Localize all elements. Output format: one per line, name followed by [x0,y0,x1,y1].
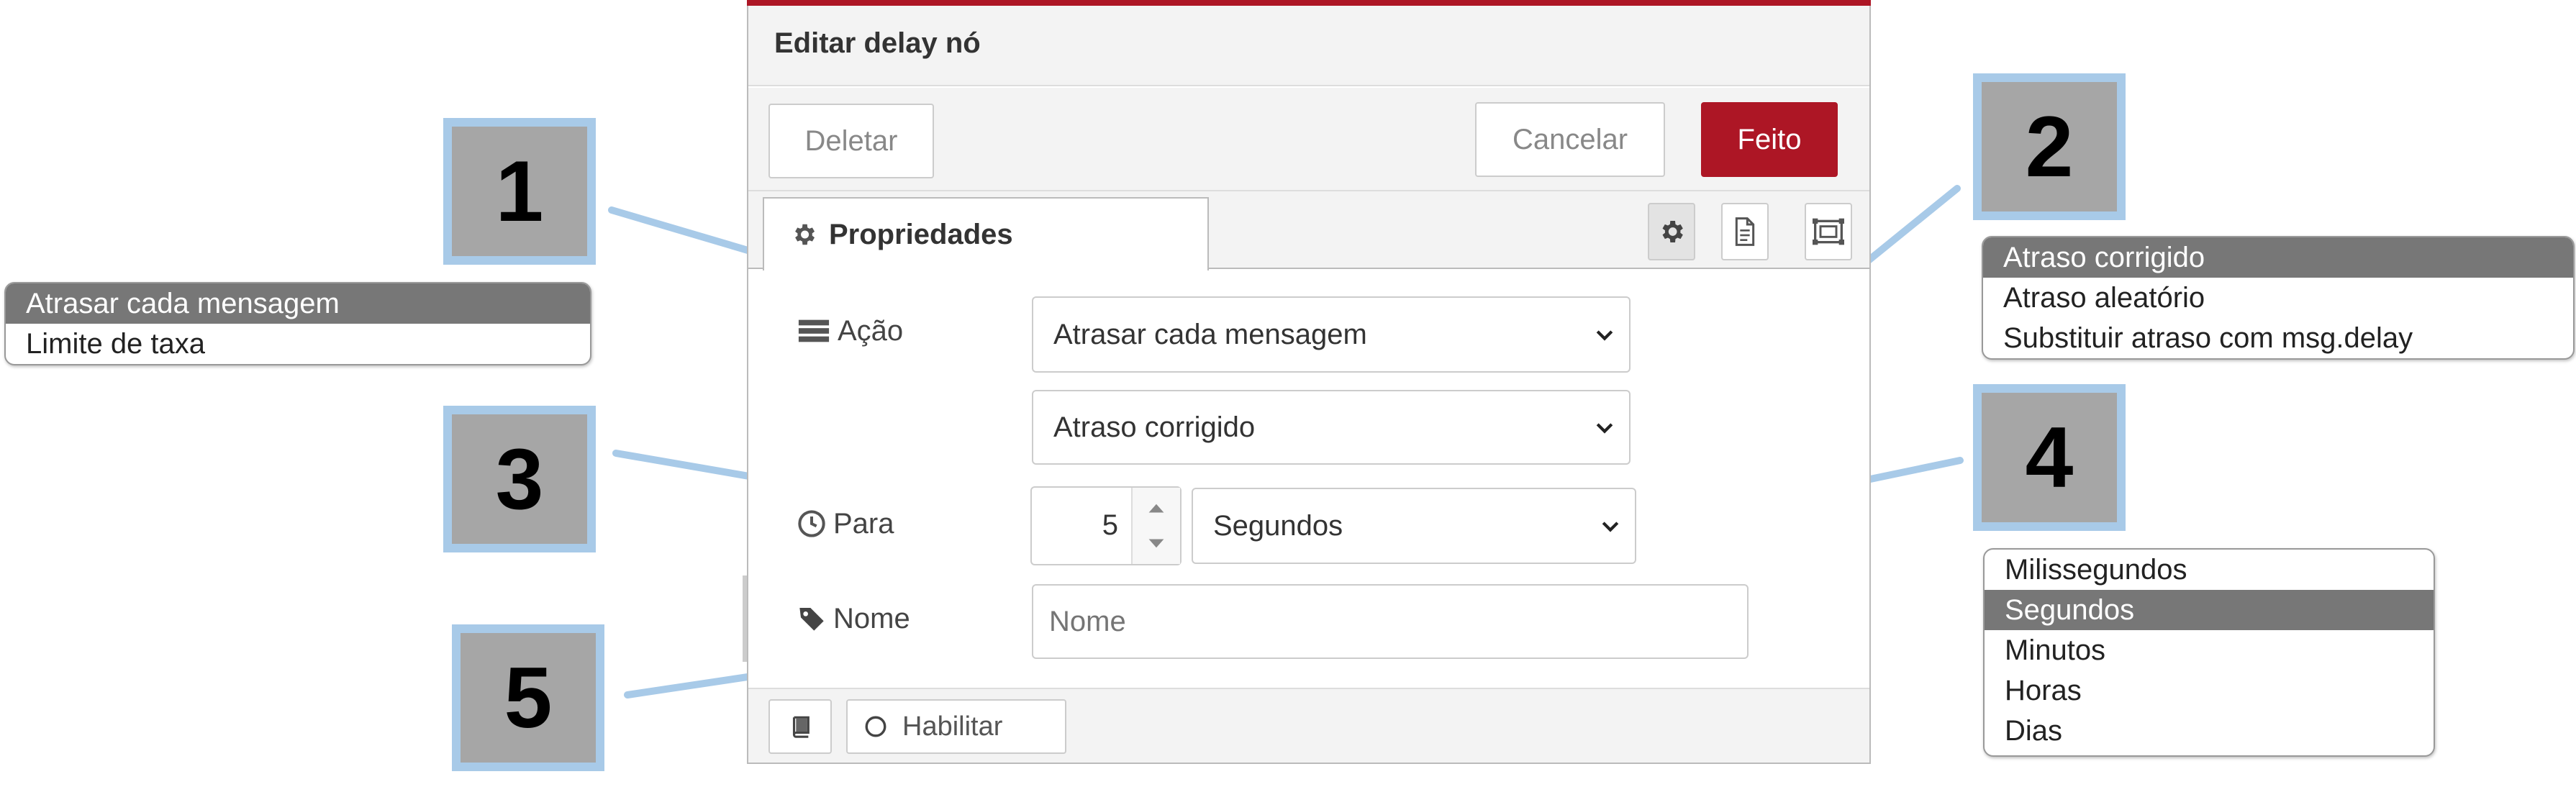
delay-type-option-selected[interactable]: Atraso corrigido [1983,237,2573,278]
book-icon [792,716,809,738]
unit-option[interactable]: Dias [1985,711,2434,751]
delete-button[interactable]: Deletar [768,104,934,178]
dialog-title: Editar delay nó [774,27,981,59]
circle-icon [865,716,886,737]
tab-description[interactable] [1721,203,1769,260]
callout-2: 2 [1973,73,2126,220]
delay-type-option[interactable]: Atraso aleatório [1983,278,2573,318]
unit-option[interactable]: Minutos [1985,630,2434,670]
name-label: Nome [833,602,910,634]
action-option-selected[interactable]: Atrasar cada mensagem [6,283,590,324]
frame-icon [1813,218,1844,245]
chevron-down-icon [1596,330,1613,341]
delay-type-option[interactable]: Substituir atraso com msg.delay [1983,318,2573,358]
action-label-row: Ação [797,309,903,352]
delay-spinner-value: 5 [1102,509,1118,541]
chevron-down-icon [1602,522,1619,532]
tab-appearance[interactable] [1805,203,1852,260]
action-select[interactable]: Atrasar cada mensagem [1032,296,1631,373]
dialog-titlebar: Editar delay nó [748,6,1869,86]
unit-select[interactable]: Segundos [1192,488,1636,564]
action-select-value: Atrasar cada mensagem [1053,318,1367,350]
help-button[interactable] [768,699,832,754]
action-option[interactable]: Limite de taxa [6,324,590,364]
name-input[interactable] [1032,584,1749,659]
cog-icon [795,224,815,245]
spinner-down-icon[interactable] [1147,537,1166,551]
action-options-list: Atrasar cada mensagem Limite de taxa [4,282,591,365]
document-icon [1735,217,1755,246]
unit-options-list: Milissegundos Segundos Minutos Horas Dia… [1983,548,2435,757]
tab-properties[interactable]: Propriedades [763,197,1209,270]
delay-type-select[interactable]: Atraso corrigido [1032,390,1631,465]
cog-icon [1662,221,1683,242]
unit-option[interactable]: Horas [1985,670,2434,711]
tab-settings[interactable] [1648,203,1695,260]
callout-4: 4 [1973,384,2126,531]
unit-select-value: Segundos [1213,509,1343,542]
cancel-button[interactable]: Cancelar [1475,102,1665,177]
dialog-accent-bar [747,0,1871,6]
tag-icon [799,608,824,631]
clock-icon [798,510,825,537]
list-icon [798,319,830,342]
spinner-arrows [1131,488,1180,564]
spinner-up-icon[interactable] [1147,501,1166,515]
resize-handle[interactable] [743,575,747,662]
name-label-row: Nome [797,597,910,640]
delay-type-options-list: Atraso corrigido Atraso aleatório Substi… [1982,236,2575,360]
delay-type-select-value: Atraso corrigido [1053,411,1256,443]
enable-toggle[interactable]: Habilitar [846,699,1066,754]
unit-option-selected[interactable]: Segundos [1985,590,2434,630]
callout-5: 5 [452,624,604,771]
tab-properties-label: Propriedades [829,218,1013,250]
for-label: Para [833,507,894,540]
callout-3: 3 [443,406,596,552]
unit-option[interactable]: Milissegundos [1985,550,2434,590]
delay-spinner[interactable]: 5 [1030,486,1182,565]
done-button[interactable]: Feito [1701,102,1838,177]
callout-1: 1 [443,118,596,265]
action-label: Ação [838,314,904,347]
chevron-down-icon [1596,423,1613,434]
for-label-row: Para [797,502,894,545]
enable-label: Habilitar [902,711,1003,742]
